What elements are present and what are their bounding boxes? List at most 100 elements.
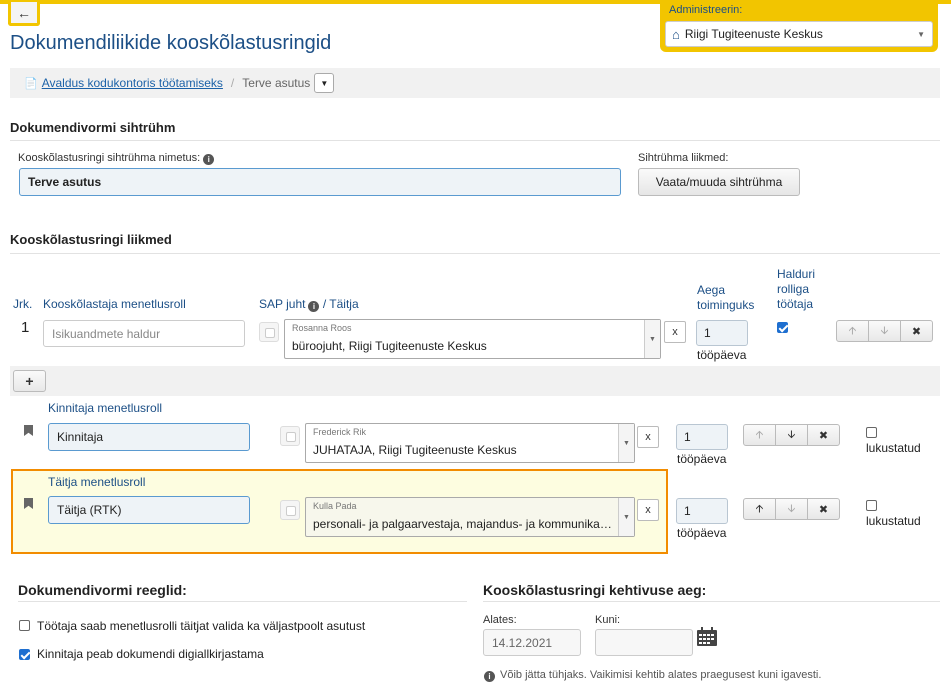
- row-number: 1: [21, 319, 30, 336]
- performer-select[interactable]: Kulla Pada personali- ja palgaarvestaja,…: [305, 497, 635, 537]
- admin-select[interactable]: ⌂ Riigi Tugiteenuste Keskus ▼: [665, 21, 933, 47]
- admin-role-checkbox[interactable]: [777, 322, 788, 333]
- target-group-name-label-text: Kooskõlastusringi sihtrühma nimetus:: [18, 152, 201, 164]
- performer-role: büroojuht, Riigi Tugiteenuste Keskus: [292, 339, 487, 353]
- rule1-checkbox[interactable]: [19, 620, 30, 631]
- add-member-button[interactable]: +: [13, 370, 46, 392]
- col-sap-text: SAP juht: [259, 297, 306, 311]
- approver-actions: 🡩 🡫 ✖: [743, 424, 840, 446]
- chevron-down-icon: ▼: [618, 498, 634, 536]
- sap-manager-toggle[interactable]: [280, 426, 300, 446]
- col-jrk: Jrk.: [13, 297, 33, 311]
- move-down-button[interactable]: 🡫: [775, 498, 808, 520]
- validity-hint-text: Võib jätta tühjaks. Vaikimisi kehtib ala…: [500, 669, 822, 681]
- rule2-checkbox[interactable]: [19, 649, 30, 660]
- col-deadline-line2: toiminguks: [697, 298, 755, 312]
- delete-button[interactable]: ✖: [807, 424, 840, 446]
- clear-approver-button[interactable]: x: [637, 426, 659, 448]
- divider: [10, 253, 940, 254]
- validity-title: Kooskõlastusringi kehtivuse aeg:: [483, 582, 707, 598]
- approver-days-unit: tööpäeva: [677, 452, 727, 466]
- performer-name: Kulla Pada: [313, 501, 357, 511]
- to-label: Kuni:: [595, 614, 621, 626]
- breadcrumb-dropdown-button[interactable]: ▼: [314, 73, 335, 93]
- info-icon: i: [484, 671, 495, 682]
- chevron-down-icon: ▼: [618, 424, 634, 462]
- col-performer-text: / Täitja: [322, 297, 359, 311]
- deadline-unit: tööpäeva: [697, 348, 747, 362]
- back-button[interactable]: ←: [8, 2, 40, 26]
- divider: [10, 140, 940, 141]
- sap-manager-toggle[interactable]: [259, 322, 279, 342]
- performer-name: Rosanna Roos: [292, 323, 352, 333]
- page-title: Dokumendiliikide kooskõlastusringid: [10, 32, 332, 54]
- rule2-label: Kinnitaja peab dokumendi digiallkirjasta…: [37, 647, 264, 661]
- rule1-label: Töötaja saab menetlusrolli täitjat valid…: [37, 619, 366, 633]
- admin-panel: Administreerin: ⌂ Riigi Tugiteenuste Kes…: [660, 0, 938, 52]
- col-admin-line1: Halduri: [777, 267, 816, 281]
- deadline-days-input[interactable]: 1: [696, 320, 748, 346]
- breadcrumb-separator: /: [230, 76, 235, 90]
- approver-person-role: JUHATAJA, Riigi Tugiteenuste Keskus: [313, 443, 517, 457]
- col-deadline: Aega toiminguks: [697, 283, 754, 313]
- move-up-button[interactable]: 🡩: [743, 424, 776, 446]
- divider: [483, 601, 940, 602]
- chevron-down-icon: ▼: [644, 320, 660, 358]
- validity-hint: i Võib jätta tühjaks. Vaikimisi kehtib al…: [484, 669, 821, 682]
- sap-manager-toggle[interactable]: [280, 500, 300, 520]
- target-group-name-input[interactable]: Terve asutus: [19, 168, 621, 196]
- delete-button[interactable]: ✖: [900, 320, 933, 342]
- approver-name: Frederick Rik: [313, 427, 367, 437]
- bookmark-icon: [24, 425, 33, 436]
- move-up-button[interactable]: 🡩: [743, 498, 776, 520]
- performer-actions: 🡩 🡫 ✖: [743, 498, 840, 520]
- home-icon: ⌂: [672, 26, 680, 42]
- performer-person-role: personali- ja palgaarvestaja, majandus- …: [313, 517, 613, 531]
- performer-days-input[interactable]: 1: [676, 498, 728, 524]
- role-input[interactable]: Isikuandmete haldur: [43, 320, 245, 347]
- view-edit-target-group-button[interactable]: Vaata/muuda sihtrühma: [638, 168, 800, 196]
- members-label: Sihtrühma liikmed:: [638, 152, 729, 164]
- breadcrumb-link[interactable]: Avaldus kodukontoris töötamiseks: [42, 76, 223, 90]
- target-group-title: Dokumendivormi sihtrühm: [10, 120, 176, 135]
- approver-role-input[interactable]: Kinnitaja: [48, 423, 250, 451]
- col-admin-line3: töötaja: [777, 297, 814, 311]
- to-date-input[interactable]: [595, 629, 693, 656]
- performer-locked-label: lukustatud: [866, 514, 921, 528]
- approver-days-input[interactable]: 1: [676, 424, 728, 450]
- from-label: Alates:: [483, 614, 517, 626]
- delete-button[interactable]: ✖: [807, 498, 840, 520]
- performer-days-unit: tööpäeva: [677, 526, 727, 540]
- approver-locked-label: lukustatud: [866, 441, 921, 455]
- admin-select-value: Riigi Tugiteenuste Keskus: [684, 27, 823, 41]
- clear-performer-button[interactable]: x: [637, 499, 659, 521]
- performer-select[interactable]: Rosanna Roos büroojuht, Riigi Tugiteenus…: [284, 319, 661, 359]
- col-role: Kooskõlastaja menetlusroll: [43, 297, 186, 311]
- approver-select[interactable]: Frederick Rik JUHATAJA, Riigi Tugiteenus…: [305, 423, 635, 463]
- chevron-down-icon: ▼: [917, 30, 925, 39]
- row-actions: 🡩 🡫 ✖: [836, 320, 933, 342]
- target-group-name-label: Kooskõlastusringi sihtrühma nimetus: i: [18, 152, 215, 165]
- breadcrumb-current: Terve asutus: [242, 76, 311, 90]
- col-sap: SAP juht i / Täitja: [259, 297, 359, 312]
- info-icon[interactable]: i: [308, 301, 320, 312]
- approver-locked-checkbox[interactable]: [866, 427, 877, 438]
- clear-performer-button[interactable]: x: [664, 321, 686, 343]
- members-section-title: Kooskõlastusringi liikmed: [10, 232, 172, 247]
- col-admin-line2: rolliga: [777, 282, 810, 296]
- add-row-bar: +: [10, 366, 940, 396]
- breadcrumb: 📄 Avaldus kodukontoris töötamiseks / Ter…: [10, 68, 940, 98]
- performer-locked-checkbox[interactable]: [866, 500, 877, 511]
- back-arrow-icon: ←: [17, 4, 31, 21]
- performer-role-input[interactable]: Täitja (RTK): [48, 496, 250, 524]
- col-deadline-line1: Aega: [697, 283, 726, 297]
- approver-role-head: Kinnitaja menetlusroll: [48, 401, 163, 415]
- move-up-button[interactable]: 🡩: [836, 320, 869, 342]
- info-icon[interactable]: i: [203, 154, 215, 165]
- calendar-icon[interactable]: [696, 627, 718, 647]
- move-down-button[interactable]: 🡫: [868, 320, 901, 342]
- admin-label: Administreerin:: [669, 4, 743, 16]
- col-admin: Halduri rolliga töötaja: [777, 267, 815, 312]
- move-down-button[interactable]: 🡫: [775, 424, 808, 446]
- from-date-input[interactable]: 14.12.2021: [483, 629, 581, 656]
